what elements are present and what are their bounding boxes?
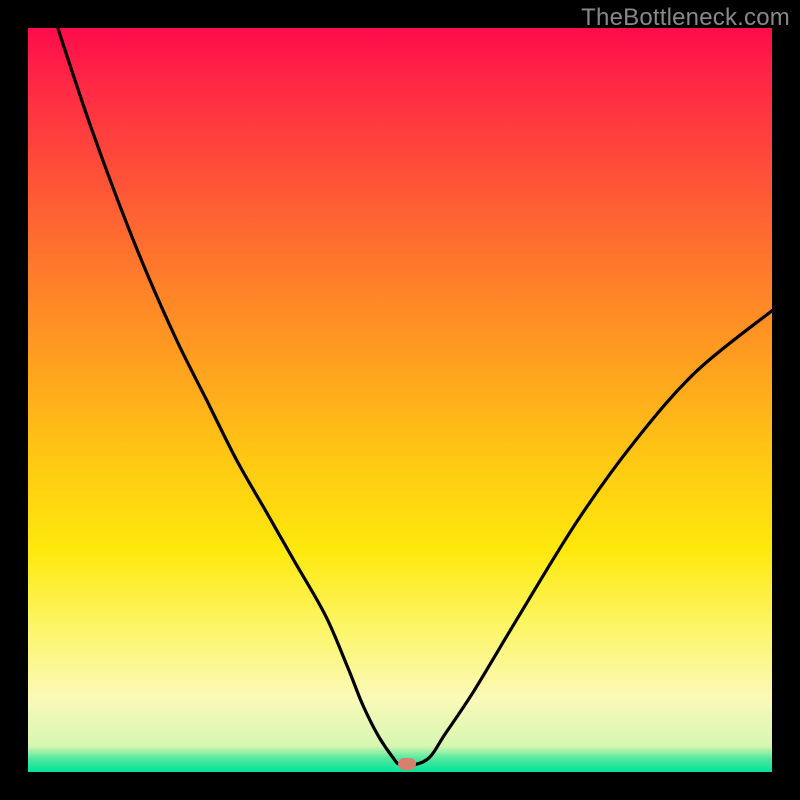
optimal-point-marker (398, 758, 416, 770)
watermark-text: TheBottleneck.com (581, 4, 790, 32)
bottleneck-curve (28, 28, 772, 772)
plot-area (28, 28, 772, 772)
chart-frame: TheBottleneck.com (0, 0, 800, 800)
